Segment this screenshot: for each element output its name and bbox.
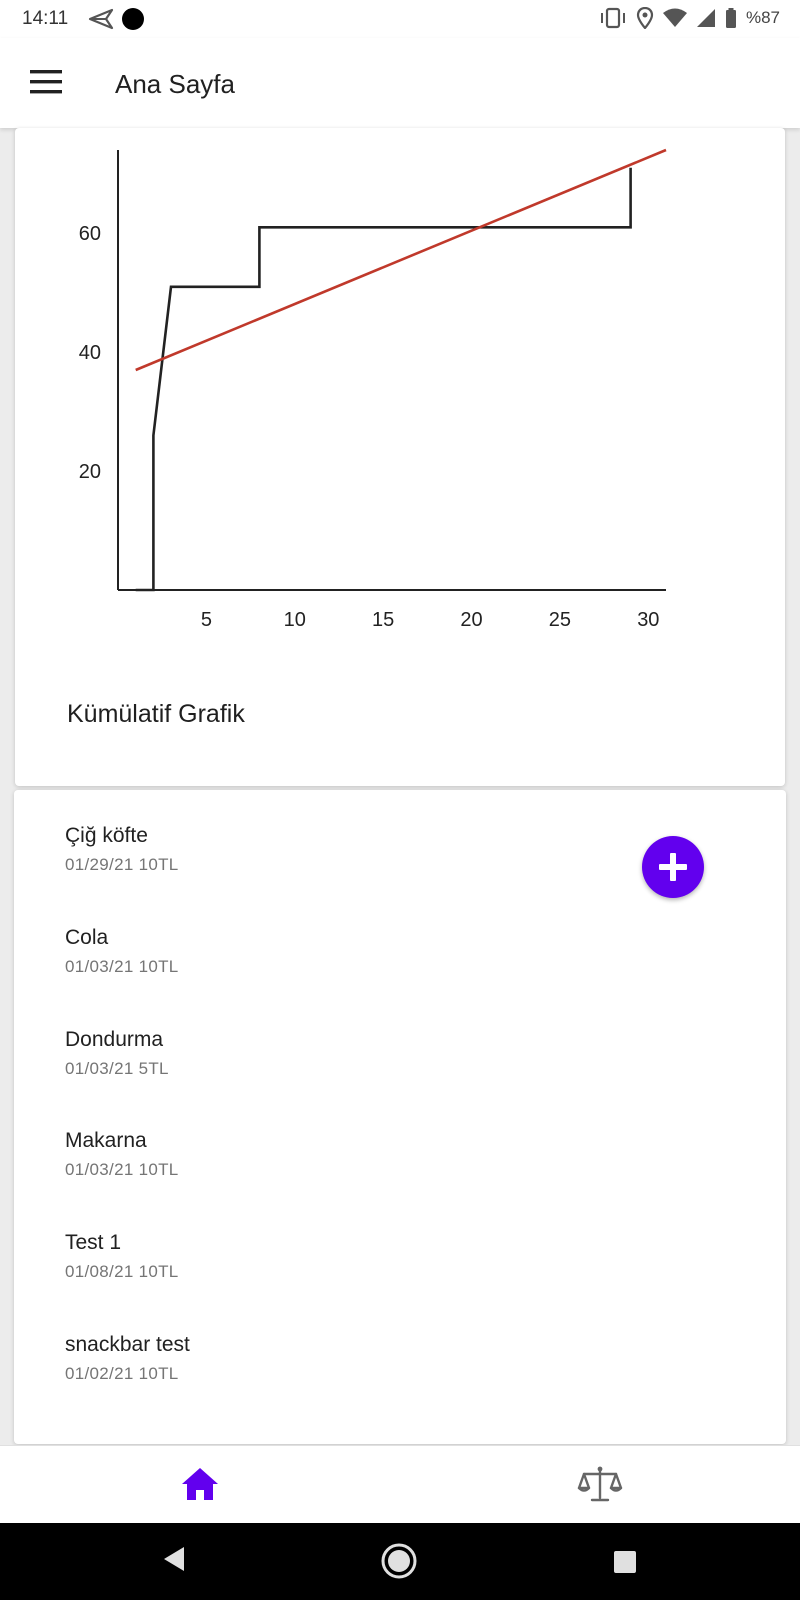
item-detail: 01/02/21 10TL <box>65 1364 179 1383</box>
list-item[interactable]: Dondurma 01/03/21 5TL <box>65 1028 169 1079</box>
menu-button[interactable] <box>28 67 68 99</box>
item-name: Test 1 <box>65 1231 122 1254</box>
trend-line <box>135 148 667 372</box>
chart-card: 5 10 15 20 25 30 20 40 60 Kümülatif Grafik <box>15 128 785 786</box>
item-detail: 01/29/21 10TL <box>65 855 179 874</box>
item-detail: 01/03/21 10TL <box>65 957 179 976</box>
recent-apps-icon[interactable] <box>613 1550 637 1574</box>
item-detail: 01/03/21 5TL <box>65 1059 169 1078</box>
bottom-navigation <box>0 1445 800 1524</box>
plus-icon <box>659 853 687 881</box>
cumulative-chart: 5 10 15 20 25 30 20 40 60 <box>79 148 667 631</box>
item-name: Makarna <box>65 1129 147 1152</box>
x-tick-label: 25 <box>549 609 571 631</box>
signal-icon <box>696 9 715 27</box>
item-detail: 01/03/21 10TL <box>65 1160 179 1179</box>
chart-caption: Kümülatif Grafik <box>67 700 245 728</box>
y-tick-label: 40 <box>79 342 101 364</box>
item-detail: 01/08/21 10TL <box>65 1262 179 1281</box>
vibrate-icon <box>600 7 625 29</box>
item-name: Dondurma <box>65 1028 164 1051</box>
wifi-icon <box>662 8 687 27</box>
list-item[interactable]: Makarna 01/03/21 10TL <box>65 1129 179 1180</box>
status-bar: 14:11 %87 <box>0 0 800 38</box>
x-tick-label: 30 <box>637 609 659 631</box>
list-item[interactable]: Cola 01/03/21 10TL <box>65 926 179 977</box>
add-button[interactable] <box>642 836 704 898</box>
app-bar: Ana Sayfa <box>0 38 800 128</box>
home-icon <box>182 1468 218 1500</box>
status-time: 14:11 <box>22 8 69 29</box>
status-right-icons: %87 <box>599 7 780 29</box>
cumulative-step-line <box>135 167 632 592</box>
list-item[interactable]: Test 1 01/08/21 10TL <box>65 1231 179 1282</box>
x-tick-label: 5 <box>201 609 212 631</box>
home-circle-icon[interactable] <box>380 1542 418 1580</box>
x-tick-label: 10 <box>284 609 306 631</box>
dot-icon <box>122 8 144 30</box>
balance-scale-icon <box>577 1466 623 1502</box>
list-item[interactable]: snackbar test 01/02/21 10TL <box>65 1333 190 1384</box>
y-tick-label: 60 <box>79 223 101 245</box>
status-left-icons <box>88 7 158 36</box>
expense-list: Çiğ köfte 01/29/21 10TL Cola 01/03/21 10… <box>14 790 786 1444</box>
nav-balance[interactable] <box>576 1464 624 1506</box>
page-title: Ana Sayfa <box>115 69 235 99</box>
back-icon[interactable] <box>160 1544 186 1574</box>
battery-percent: %87 <box>745 8 780 27</box>
system-navigation-bar <box>0 1523 800 1600</box>
nav-home[interactable] <box>176 1464 224 1506</box>
list-item[interactable]: Çiğ köfte 01/29/21 10TL <box>65 824 179 875</box>
item-name: Cola <box>65 926 109 949</box>
item-name: Çiğ köfte <box>65 824 148 847</box>
y-tick-label: 20 <box>79 461 101 483</box>
menu-icon <box>30 70 62 94</box>
item-name: snackbar test <box>65 1333 190 1356</box>
x-tick-label: 20 <box>460 609 482 631</box>
x-tick-label: 15 <box>372 609 394 631</box>
battery-icon <box>725 8 736 28</box>
location-icon <box>636 7 654 29</box>
send-icon <box>88 8 114 30</box>
